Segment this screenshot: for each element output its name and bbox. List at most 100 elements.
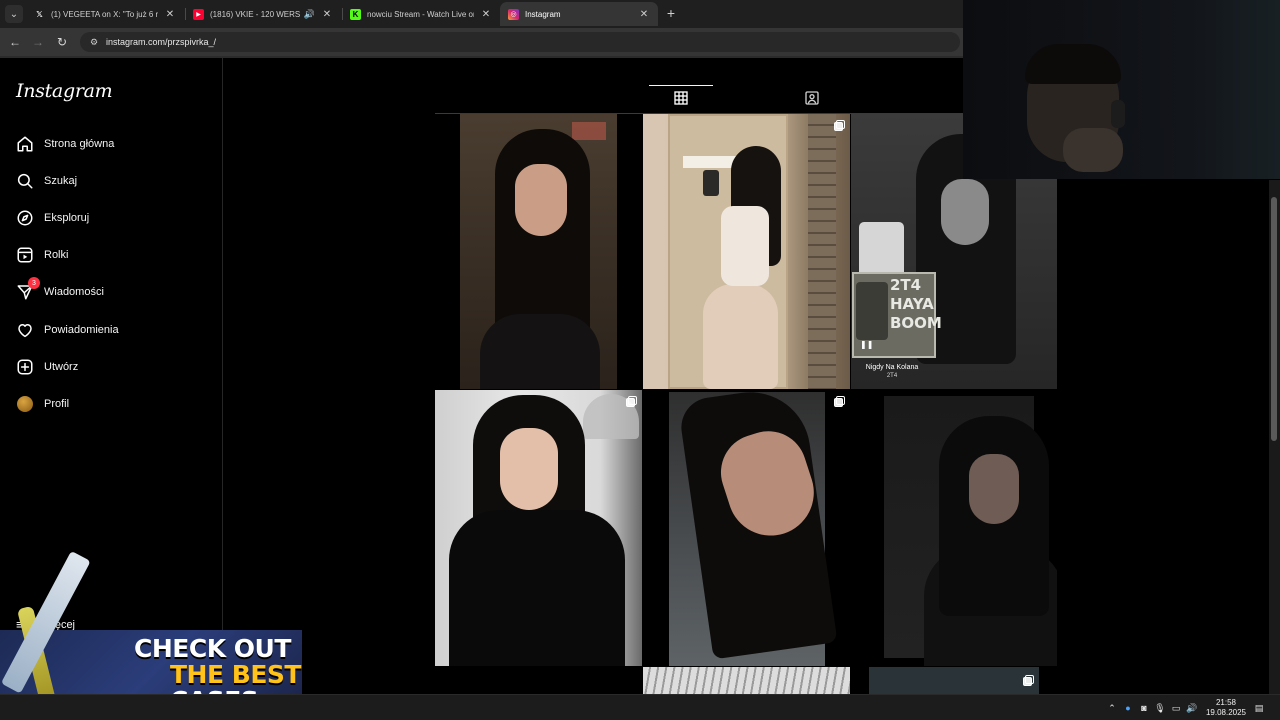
post-thumbnail[interactable] [435, 390, 642, 666]
carousel-icon [834, 396, 845, 407]
new-tab-button[interactable]: + [663, 5, 679, 21]
heart-icon [16, 321, 34, 339]
tagged-icon[interactable] [804, 90, 820, 106]
nav-notifications[interactable]: Powiadomienia [12, 314, 212, 346]
post-thumbnail[interactable] [869, 667, 1039, 697]
close-tab-icon[interactable]: ✕ [164, 9, 176, 20]
browser-tab-x[interactable]: 𝕏 (1) VEGEETA on X: "To już 6 roku ✕ [26, 2, 184, 26]
album-art-line: HAYA [890, 295, 934, 313]
nav-label: Strona główna [44, 138, 115, 150]
photo-detail [808, 114, 836, 389]
address-bar[interactable]: ⚙ instagram.com/przspivrka_/ [80, 32, 960, 52]
kick-icon: K [350, 8, 361, 20]
tab-title: (1816) VKIE - 120 WERSÓW [210, 9, 300, 19]
notifications-icon[interactable]: ▤ [1253, 702, 1265, 714]
nav-messages[interactable]: 3 Wiadomości [12, 276, 212, 308]
post-thumbnail[interactable] [643, 667, 850, 697]
clock-time[interactable]: 21:58 [1203, 698, 1249, 707]
post-thumbnail[interactable] [851, 390, 1057, 666]
carousel-icon [834, 120, 845, 131]
forward-arrow-icon[interactable]: → [30, 34, 46, 50]
webcam-person [1025, 44, 1121, 84]
clock-date[interactable]: 19.08.2025 [1203, 708, 1249, 717]
address-url[interactable]: instagram.com/przspivrka_/ [106, 37, 216, 47]
tab-title: (1) VEGEETA on X: "To już 6 roku [51, 9, 158, 19]
home-icon [16, 135, 34, 153]
microphone-icon[interactable]: 🎙 [1154, 702, 1166, 714]
nav-home[interactable]: Strona główna [12, 128, 212, 160]
sponsor-headline: THE BEST [170, 660, 301, 689]
post-thumbnail[interactable] [643, 114, 850, 389]
nav-label: Rolki [44, 249, 69, 261]
photo-detail [515, 164, 567, 236]
browser-tab-instagram[interactable]: ◎ Instagram ✕ [500, 2, 658, 26]
discord-icon[interactable]: ◙ [1138, 702, 1150, 714]
nav-label: Szukaj [44, 175, 78, 187]
music-sticker[interactable]: 2T4 HAYA BOOM ❚❚ [852, 272, 942, 358]
instagram-icon: ◎ [508, 8, 519, 20]
post-thumbnail[interactable] [643, 390, 850, 666]
instagram-logo[interactable]: Instagram [16, 80, 113, 102]
photo-detail [884, 396, 1057, 666]
album-art-text: 2T4 HAYA BOOM [890, 276, 942, 333]
posts-grid-icon[interactable] [649, 85, 713, 106]
carousel-icon [1023, 675, 1034, 686]
nav-profile[interactable]: Profil [12, 388, 212, 420]
profile-avatar [16, 395, 34, 413]
pause-icon[interactable]: ❚❚ [860, 340, 873, 349]
search-icon [16, 172, 34, 190]
photo-detail [969, 454, 1019, 524]
nav-label: Wiadomości [44, 286, 104, 298]
tab-search-button[interactable]: ⌄ [5, 5, 23, 23]
webcam-person [1063, 128, 1123, 172]
webcam-overlay [963, 0, 1280, 179]
nav-explore[interactable]: Eksploruj [12, 202, 212, 234]
explore-icon [16, 209, 34, 227]
unread-badge: 3 [28, 277, 40, 289]
photo-detail [941, 179, 989, 245]
album-art-line: 2T4 [890, 276, 922, 294]
post-thumbnail[interactable] [460, 114, 617, 389]
create-icon [16, 358, 34, 376]
youtube-icon: ▶ [193, 8, 204, 20]
photo-detail [449, 510, 625, 666]
site-info-icon[interactable]: ⚙ [88, 36, 100, 48]
photo-detail [721, 206, 769, 286]
browser-tab-kick[interactable]: K nowciu Stream - Watch Live on ✕ [342, 2, 500, 26]
close-tab-icon[interactable]: ✕ [480, 9, 492, 20]
nav-label: Powiadomienia [44, 324, 119, 336]
back-arrow-icon[interactable]: ← [7, 34, 23, 50]
nav-label: Eksploruj [44, 212, 90, 224]
photo-detail [669, 390, 838, 666]
volume-icon[interactable]: 🔊 [1186, 702, 1198, 714]
sponsor-headline: CHECK OUT [134, 634, 291, 663]
network-icon[interactable]: ▭ [1170, 702, 1182, 714]
album-art-line: BOOM [890, 314, 942, 332]
photo-detail [703, 170, 719, 196]
album-art [856, 282, 888, 340]
close-tab-icon[interactable]: ✕ [321, 9, 333, 20]
headset [1111, 100, 1125, 128]
app-tray-icon[interactable]: ● [1122, 702, 1134, 714]
nav-search[interactable]: Szukaj [12, 165, 212, 197]
browser-tab-youtube[interactable]: ▶ (1816) VKIE - 120 WERSÓW 🔊 ✕ [185, 2, 341, 26]
tab-title: Instagram [525, 9, 561, 19]
photo-detail [480, 314, 600, 389]
close-tab-icon[interactable]: ✕ [638, 9, 650, 20]
windows-taskbar: ⌃ ● ◙ 🎙 ▭ 🔊 21:58 19.08.2025 ▤ [0, 694, 1280, 720]
tab-title: nowciu Stream - Watch Live on [367, 9, 474, 19]
nav-label: Utwórz [44, 361, 79, 373]
nav-label: Profil [44, 398, 70, 410]
reload-icon[interactable]: ↻ [54, 34, 70, 50]
chevron-up-icon[interactable]: ⌃ [1106, 702, 1118, 714]
song-artist: 2T4 [886, 373, 898, 379]
profile-tabs [435, 85, 1055, 114]
nav-create[interactable]: Utwórz [12, 351, 212, 383]
nav-reels[interactable]: Rolki [12, 239, 212, 271]
reels-icon [16, 246, 34, 264]
scrollbar-thumb[interactable] [1271, 197, 1277, 441]
speaker-icon[interactable]: 🔊 [304, 9, 315, 20]
messages-icon: 3 [16, 277, 40, 301]
carousel-icon [626, 396, 637, 407]
photo-detail [500, 428, 558, 510]
